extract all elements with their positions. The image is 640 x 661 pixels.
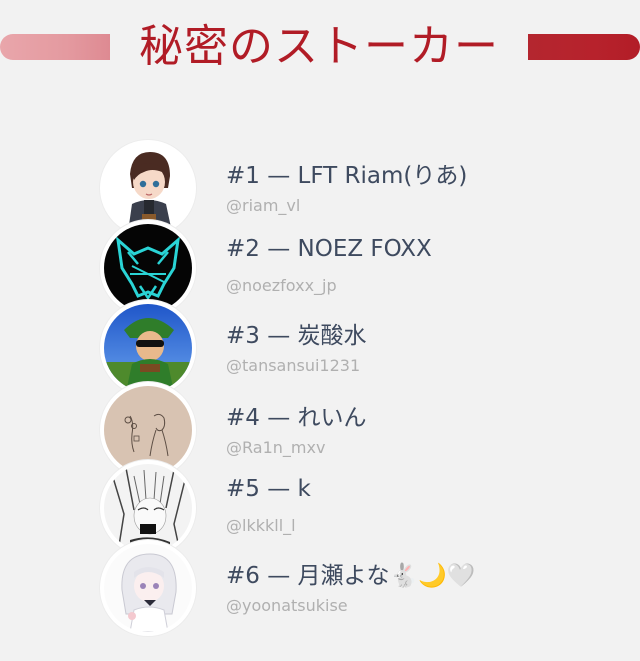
sunglasses-character-avatar-icon	[104, 304, 192, 392]
ranking-list: #1 — LFT Riam(りあ) @riam_vl #2 — NOEZ FOX…	[0, 0, 640, 661]
entry-rank-name[interactable]: #5 — k	[226, 476, 311, 502]
entry-handle[interactable]: @yoonatsukise	[226, 596, 348, 615]
entry-handle[interactable]: @noezfoxx_jp	[226, 276, 337, 295]
entry-handle[interactable]: @lkkkll_l	[226, 516, 296, 535]
entry-handle[interactable]: @riam_vl	[226, 196, 300, 215]
anime-boy-avatar-icon	[104, 144, 192, 232]
fox-logo-avatar-icon	[104, 224, 192, 312]
ranking-page: 秘密のストーカー #1 — LFT Riam(りあ) @riam_vl #2 —…	[0, 0, 640, 661]
avatar[interactable]	[100, 540, 196, 636]
entry-rank-name[interactable]: #2 — NOEZ FOXX	[226, 236, 432, 262]
ranking-entry-6[interactable]: #6 — 月瀬よな🐇🌙🤍 @yoonatsukise	[100, 540, 620, 636]
manga-face-avatar-icon	[104, 464, 192, 552]
entry-rank-name[interactable]: #4 — れいん	[226, 398, 367, 432]
entry-rank-name[interactable]: #1 — LFT Riam(りあ)	[226, 156, 467, 190]
entry-rank-name[interactable]: #6 — 月瀬よな🐇🌙🤍	[226, 556, 475, 590]
entry-handle[interactable]: @tansansui1231	[226, 356, 360, 375]
entry-handle[interactable]: @Ra1n_mxv	[226, 438, 325, 457]
white-hair-anime-avatar-icon	[104, 544, 192, 632]
entry-rank-name[interactable]: #3 — 炭酸水	[226, 316, 367, 350]
